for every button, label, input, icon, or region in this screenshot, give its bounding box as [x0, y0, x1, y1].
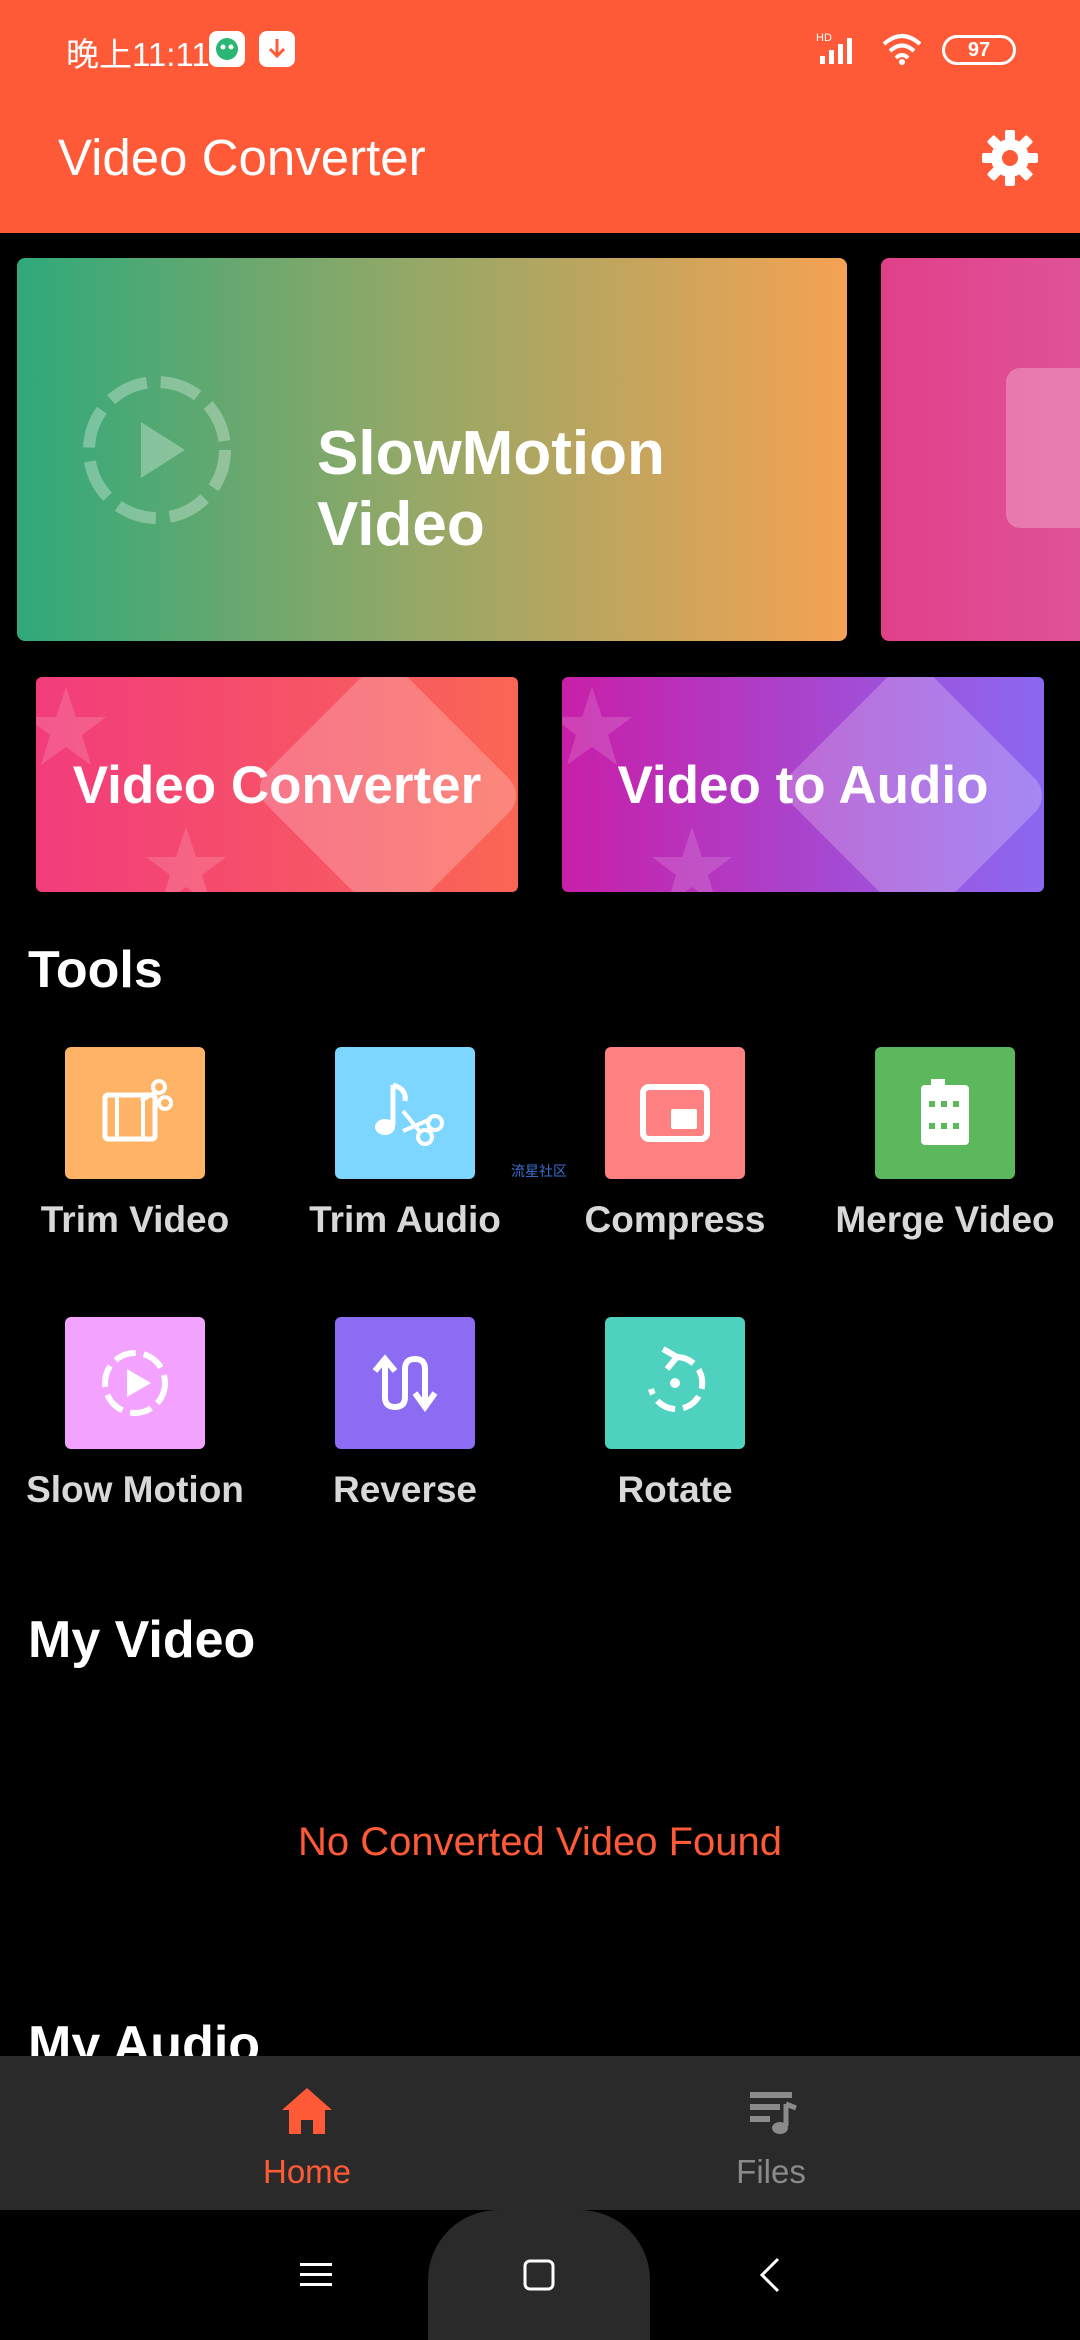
nav-home-label: Home — [262, 2153, 352, 2190]
tool-slow-motion[interactable]: Slow Motion — [0, 1317, 270, 1511]
film-strip-icon — [1006, 368, 1080, 528]
tool-trim-video[interactable]: Trim Video — [0, 1047, 270, 1241]
gear-icon[interactable] — [980, 128, 1040, 188]
film-scissors-icon — [65, 1047, 205, 1179]
top-bar: 晚上11:11 HD 97 Video Converter — [0, 0, 1080, 233]
notification-app-icon — [209, 31, 245, 67]
video-converter-card[interactable]: Video Converter — [36, 677, 518, 892]
nav-files-label: Files — [736, 2153, 806, 2190]
music-scissors-icon — [335, 1047, 475, 1179]
featured-banner-label: SlowMotion Video — [317, 419, 665, 559]
wifi-icon — [880, 30, 924, 71]
my-video-heading: My Video — [28, 1611, 256, 1669]
tools-heading: Tools — [28, 941, 163, 999]
chevron-left-icon — [759, 2257, 780, 2293]
download-icon — [259, 31, 295, 67]
menu-icon — [300, 2263, 332, 2286]
status-time: 晚上11:11 — [66, 36, 210, 73]
video-to-audio-card[interactable]: Video to Audio — [562, 677, 1044, 892]
picture-in-picture-icon — [605, 1047, 745, 1179]
network-type: HD — [816, 32, 832, 44]
status-bar: 晚上11:11 HD 97 — [0, 0, 1080, 100]
square-icon — [523, 2259, 555, 2291]
watermark-text: 流星社区 — [511, 1163, 567, 1179]
tool-label: Compress — [584, 1199, 766, 1240]
back-button[interactable] — [740, 2210, 800, 2340]
tool-label: Slow Motion — [26, 1469, 244, 1510]
tool-label: Trim Audio — [309, 1199, 501, 1240]
reverse-arrows-icon — [335, 1317, 475, 1449]
home-icon — [282, 2088, 332, 2134]
tool-rotate[interactable]: Rotate — [540, 1317, 810, 1511]
rotate-icon — [605, 1317, 745, 1449]
tool-label: Reverse — [332, 1469, 477, 1510]
tool-trim-audio[interactable]: Trim Audio — [270, 1047, 540, 1241]
featured-banner-next[interactable] — [881, 258, 1080, 641]
tool-compress[interactable]: Compress — [540, 1047, 810, 1241]
tool-label: Trim Video — [40, 1199, 230, 1240]
system-navigation-bar — [0, 2210, 1080, 2340]
nav-files[interactable]: Files — [671, 2082, 871, 2191]
slow-play-icon — [65, 1317, 205, 1449]
bottom-navigation: Home Files — [0, 2056, 1080, 2210]
video-to-audio-card-label: Video to Audio — [617, 756, 989, 815]
signal-icon: HD — [816, 30, 862, 71]
tool-merge-video[interactable]: Merge Video — [810, 1047, 1080, 1241]
home-button[interactable] — [428, 2210, 650, 2340]
tool-label: Merge Video — [835, 1199, 1055, 1240]
film-strip-icon — [875, 1047, 1015, 1179]
play-circle-icon — [83, 376, 231, 524]
tool-label: Rotate — [617, 1469, 733, 1510]
video-converter-card-label: Video Converter — [72, 756, 482, 815]
app-title: Video Converter — [58, 129, 426, 186]
recent-apps-button[interactable] — [286, 2210, 346, 2340]
featured-banner-slowmotion[interactable]: SlowMotion Video — [17, 258, 847, 641]
tool-reverse[interactable]: Reverse — [270, 1317, 540, 1511]
nav-home[interactable]: Home — [207, 2082, 407, 2191]
playlist-music-icon — [750, 2092, 797, 2134]
no-video-message: No Converted Video Found — [297, 1820, 783, 1864]
battery-indicator: 97 — [942, 35, 1016, 65]
